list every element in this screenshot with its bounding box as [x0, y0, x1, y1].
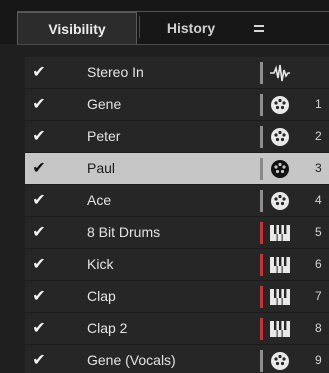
track-name: Gene [87, 96, 122, 112]
drum-pad-icon [269, 190, 291, 212]
track-color-stripe [260, 126, 263, 148]
track-number: 6 [315, 257, 322, 271]
visibility-checkmark[interactable]: ✔ [31, 57, 47, 88]
track-color-stripe [260, 62, 263, 84]
tab-visibility[interactable]: Visibility [17, 12, 137, 44]
drum-pad-icon [269, 158, 291, 180]
track-color-stripe [260, 350, 263, 372]
track-visibility-list[interactable]: ✔ Stereo In ✔ Gene 1 ✔ Peter 2 ✔ Paul 3 ✔ Ace 4 ✔ 8 Bit… [25, 57, 329, 373]
track-row[interactable]: ✔ Clap 7 [25, 281, 329, 313]
track-color-stripe [260, 286, 263, 308]
track-color-stripe [260, 318, 263, 340]
track-number: 7 [315, 289, 322, 303]
track-name: Clap 2 [87, 320, 128, 336]
visibility-checkmark[interactable]: ✔ [31, 185, 47, 216]
track-color-stripe [260, 222, 263, 244]
track-color-stripe [260, 254, 263, 276]
track-name: Kick [87, 256, 114, 272]
visibility-checkmark[interactable]: ✔ [31, 345, 47, 373]
track-number: 4 [315, 193, 322, 207]
track-name: Clap [87, 288, 116, 304]
drum-pad-icon [269, 126, 291, 148]
track-row[interactable]: ✔ Paul 3 [25, 153, 329, 185]
tab-bar-bottom-divider [17, 44, 329, 45]
track-row[interactable]: ✔ 8 Bit Drums 5 [25, 217, 329, 249]
track-row[interactable]: ✔ Ace 4 [25, 185, 329, 217]
track-color-stripe [260, 94, 263, 116]
piano-keys-icon [269, 254, 291, 276]
track-number: 1 [315, 97, 322, 111]
track-color-stripe [260, 158, 263, 180]
track-number: 3 [315, 161, 322, 175]
visibility-checkmark[interactable]: ✔ [31, 313, 47, 344]
track-row[interactable]: ✔ Peter 2 [25, 121, 329, 153]
track-name: Stereo In [87, 64, 144, 80]
visibility-checkmark[interactable]: ✔ [31, 281, 47, 312]
visibility-checkmark[interactable]: ✔ [31, 89, 47, 120]
menu-icon [254, 25, 264, 27]
track-name: Gene (Vocals) [87, 352, 176, 368]
visibility-checkmark[interactable]: ✔ [31, 249, 47, 280]
track-row[interactable]: ✔ Clap 2 8 [25, 313, 329, 345]
track-row[interactable]: ✔ Kick 6 [25, 249, 329, 281]
visibility-panel: Visibility History ✔ Stereo In ✔ Gene 1 ✔ Pete… [0, 0, 329, 373]
track-number: 9 [315, 353, 322, 367]
panel-menu-button[interactable] [249, 12, 269, 44]
menu-icon-bar [254, 30, 264, 32]
piano-keys-icon [269, 222, 291, 244]
track-row[interactable]: ✔ Gene (Vocals) 9 [25, 345, 329, 373]
visibility-checkmark[interactable]: ✔ [31, 217, 47, 248]
waveform-icon [269, 62, 291, 84]
tab-separator [139, 16, 140, 38]
track-name: Ace [87, 192, 112, 208]
tab-bar: Visibility History [0, 0, 329, 45]
track-name: 8 Bit Drums [87, 224, 161, 240]
track-color-stripe [260, 190, 263, 212]
drum-pad-icon [269, 94, 291, 116]
visibility-checkmark[interactable]: ✔ [31, 153, 47, 184]
track-number: 2 [315, 129, 322, 143]
track-row[interactable]: ✔ Gene 1 [25, 89, 329, 121]
track-number: 8 [315, 321, 322, 335]
track-name: Paul [87, 160, 116, 176]
piano-keys-icon [269, 286, 291, 308]
tab-history[interactable]: History [141, 12, 241, 44]
visibility-checkmark[interactable]: ✔ [31, 121, 47, 152]
drum-pad-icon [269, 350, 291, 372]
track-number: 5 [315, 225, 322, 239]
piano-keys-icon [269, 318, 291, 340]
track-row[interactable]: ✔ Stereo In [25, 57, 329, 89]
track-name: Peter [87, 128, 121, 144]
